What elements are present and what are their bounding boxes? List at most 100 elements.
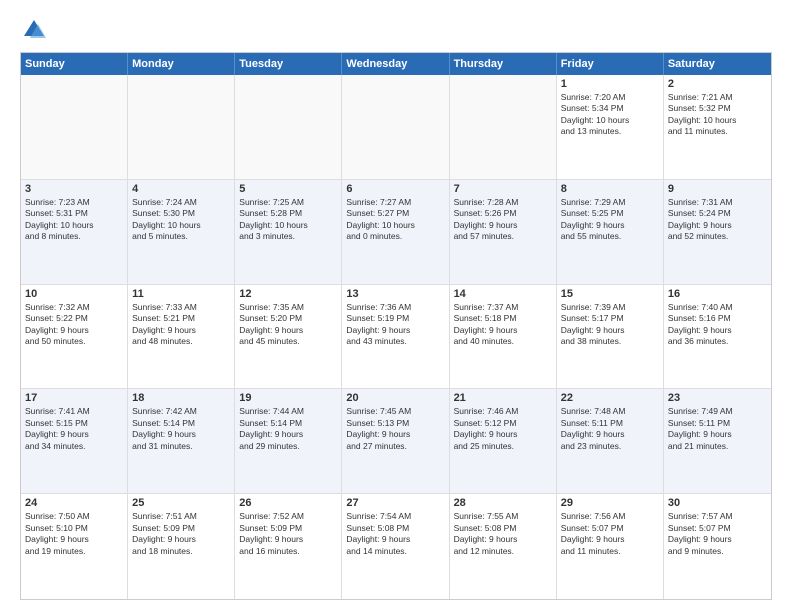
day-number: 18 <box>132 392 230 404</box>
day-number: 10 <box>25 288 123 300</box>
weekday-header: Tuesday <box>235 53 342 75</box>
calendar-cell: 26 Sunrise: 7:52 AM Sunset: 5:09 PM Dayli… <box>235 494 342 599</box>
calendar-cell: 23 Sunrise: 7:49 AM Sunset: 5:11 PM Dayli… <box>664 389 771 493</box>
calendar-cell: 8 Sunrise: 7:29 AM Sunset: 5:25 PM Daylig… <box>557 180 664 284</box>
cell-content: Sunrise: 7:41 AM Sunset: 5:15 PM Dayligh… <box>25 406 123 452</box>
calendar-cell <box>450 75 557 179</box>
cell-content: Sunrise: 7:32 AM Sunset: 5:22 PM Dayligh… <box>25 302 123 348</box>
day-number: 27 <box>346 497 444 509</box>
calendar-cell: 21 Sunrise: 7:46 AM Sunset: 5:12 PM Dayli… <box>450 389 557 493</box>
cell-content: Sunrise: 7:52 AM Sunset: 5:09 PM Dayligh… <box>239 511 337 557</box>
calendar-cell: 29 Sunrise: 7:56 AM Sunset: 5:07 PM Dayli… <box>557 494 664 599</box>
cell-content: Sunrise: 7:27 AM Sunset: 5:27 PM Dayligh… <box>346 197 444 243</box>
calendar-header: SundayMondayTuesdayWednesdayThursdayFrid… <box>21 53 771 75</box>
cell-content: Sunrise: 7:46 AM Sunset: 5:12 PM Dayligh… <box>454 406 552 452</box>
calendar-row: 1 Sunrise: 7:20 AM Sunset: 5:34 PM Daylig… <box>21 75 771 180</box>
cell-content: Sunrise: 7:21 AM Sunset: 5:32 PM Dayligh… <box>668 92 767 138</box>
day-number: 14 <box>454 288 552 300</box>
calendar-cell: 7 Sunrise: 7:28 AM Sunset: 5:26 PM Daylig… <box>450 180 557 284</box>
calendar-cell <box>235 75 342 179</box>
cell-content: Sunrise: 7:45 AM Sunset: 5:13 PM Dayligh… <box>346 406 444 452</box>
calendar-cell: 3 Sunrise: 7:23 AM Sunset: 5:31 PM Daylig… <box>21 180 128 284</box>
logo-icon <box>20 16 48 44</box>
calendar-cell: 14 Sunrise: 7:37 AM Sunset: 5:18 PM Dayli… <box>450 285 557 389</box>
calendar-cell: 19 Sunrise: 7:44 AM Sunset: 5:14 PM Dayli… <box>235 389 342 493</box>
calendar-cell: 2 Sunrise: 7:21 AM Sunset: 5:32 PM Daylig… <box>664 75 771 179</box>
weekday-header: Thursday <box>450 53 557 75</box>
cell-content: Sunrise: 7:49 AM Sunset: 5:11 PM Dayligh… <box>668 406 767 452</box>
calendar-cell: 30 Sunrise: 7:57 AM Sunset: 5:07 PM Dayli… <box>664 494 771 599</box>
cell-content: Sunrise: 7:50 AM Sunset: 5:10 PM Dayligh… <box>25 511 123 557</box>
calendar-row: 3 Sunrise: 7:23 AM Sunset: 5:31 PM Daylig… <box>21 180 771 285</box>
calendar-cell: 5Sunrise: 7:25 AM Sunset: 5:28 PM Daylig… <box>235 180 342 284</box>
calendar-cell: 27 Sunrise: 7:54 AM Sunset: 5:08 PM Dayli… <box>342 494 449 599</box>
calendar-cell: 28 Sunrise: 7:55 AM Sunset: 5:08 PM Dayli… <box>450 494 557 599</box>
calendar-row: 10 Sunrise: 7:32 AM Sunset: 5:22 PM Dayli… <box>21 285 771 390</box>
day-number: 25 <box>132 497 230 509</box>
day-number: 19 <box>239 392 337 404</box>
calendar-cell <box>342 75 449 179</box>
day-number: 26 <box>239 497 337 509</box>
cell-content: Sunrise: 7:57 AM Sunset: 5:07 PM Dayligh… <box>668 511 767 557</box>
cell-content: Sunrise: 7:55 AM Sunset: 5:08 PM Dayligh… <box>454 511 552 557</box>
day-number: 24 <box>25 497 123 509</box>
calendar-cell: 4Sunrise: 7:24 AM Sunset: 5:30 PM Daylig… <box>128 180 235 284</box>
cell-content: Sunrise: 7:44 AM Sunset: 5:14 PM Dayligh… <box>239 406 337 452</box>
cell-content: Sunrise: 7:36 AM Sunset: 5:19 PM Dayligh… <box>346 302 444 348</box>
cell-content: Sunrise: 7:20 AM Sunset: 5:34 PM Dayligh… <box>561 92 659 138</box>
logo <box>20 16 52 44</box>
day-number: 6 <box>346 183 444 195</box>
day-number: 13 <box>346 288 444 300</box>
calendar-cell: 6 Sunrise: 7:27 AM Sunset: 5:27 PM Daylig… <box>342 180 449 284</box>
calendar-body: 1 Sunrise: 7:20 AM Sunset: 5:34 PM Daylig… <box>21 75 771 599</box>
cell-content: Sunrise: 7:39 AM Sunset: 5:17 PM Dayligh… <box>561 302 659 348</box>
day-number: 2 <box>668 78 767 90</box>
day-number: 7 <box>454 183 552 195</box>
calendar-cell: 17 Sunrise: 7:41 AM Sunset: 5:15 PM Dayli… <box>21 389 128 493</box>
day-number: 28 <box>454 497 552 509</box>
day-number: 23 <box>668 392 767 404</box>
day-number: 3 <box>25 183 123 195</box>
cell-content: Sunrise: 7:51 AM Sunset: 5:09 PM Dayligh… <box>132 511 230 557</box>
day-number: 12 <box>239 288 337 300</box>
cell-content: Sunrise: 7:33 AM Sunset: 5:21 PM Dayligh… <box>132 302 230 348</box>
cell-content: Sunrise: 7:29 AM Sunset: 5:25 PM Dayligh… <box>561 197 659 243</box>
calendar-cell: 16 Sunrise: 7:40 AM Sunset: 5:16 PM Dayli… <box>664 285 771 389</box>
calendar-cell: 13 Sunrise: 7:36 AM Sunset: 5:19 PM Dayli… <box>342 285 449 389</box>
cell-content: Sunrise: 7:23 AM Sunset: 5:31 PM Dayligh… <box>25 197 123 243</box>
calendar-cell: 15 Sunrise: 7:39 AM Sunset: 5:17 PM Dayli… <box>557 285 664 389</box>
day-number: 30 <box>668 497 767 509</box>
calendar-cell <box>21 75 128 179</box>
cell-content: Sunrise: 7:28 AM Sunset: 5:26 PM Dayligh… <box>454 197 552 243</box>
day-number: 17 <box>25 392 123 404</box>
day-number: 22 <box>561 392 659 404</box>
calendar-cell: 24 Sunrise: 7:50 AM Sunset: 5:10 PM Dayli… <box>21 494 128 599</box>
day-number: 15 <box>561 288 659 300</box>
cell-content: Sunrise: 7:40 AM Sunset: 5:16 PM Dayligh… <box>668 302 767 348</box>
weekday-header: Friday <box>557 53 664 75</box>
cell-content: Sunrise: 7:56 AM Sunset: 5:07 PM Dayligh… <box>561 511 659 557</box>
calendar-cell: 10 Sunrise: 7:32 AM Sunset: 5:22 PM Dayli… <box>21 285 128 389</box>
calendar-row: 24 Sunrise: 7:50 AM Sunset: 5:10 PM Dayli… <box>21 494 771 599</box>
day-number: 9 <box>668 183 767 195</box>
day-number: 5 <box>239 183 337 195</box>
cell-content: Sunrise: 7:48 AM Sunset: 5:11 PM Dayligh… <box>561 406 659 452</box>
calendar-cell <box>128 75 235 179</box>
header <box>20 16 772 44</box>
day-number: 16 <box>668 288 767 300</box>
calendar-cell: 18Sunrise: 7:42 AM Sunset: 5:14 PM Dayli… <box>128 389 235 493</box>
cell-content: Sunrise: 7:54 AM Sunset: 5:08 PM Dayligh… <box>346 511 444 557</box>
calendar-cell: 12Sunrise: 7:35 AM Sunset: 5:20 PM Dayli… <box>235 285 342 389</box>
cell-content: Sunrise: 7:24 AM Sunset: 5:30 PM Dayligh… <box>132 197 230 243</box>
cell-content: Sunrise: 7:31 AM Sunset: 5:24 PM Dayligh… <box>668 197 767 243</box>
calendar-row: 17 Sunrise: 7:41 AM Sunset: 5:15 PM Dayli… <box>21 389 771 494</box>
day-number: 21 <box>454 392 552 404</box>
calendar-cell: 22 Sunrise: 7:48 AM Sunset: 5:11 PM Dayli… <box>557 389 664 493</box>
calendar-cell: 25 Sunrise: 7:51 AM Sunset: 5:09 PM Dayli… <box>128 494 235 599</box>
day-number: 29 <box>561 497 659 509</box>
weekday-header: Sunday <box>21 53 128 75</box>
cell-content: Sunrise: 7:37 AM Sunset: 5:18 PM Dayligh… <box>454 302 552 348</box>
day-number: 8 <box>561 183 659 195</box>
day-number: 1 <box>561 78 659 90</box>
calendar: SundayMondayTuesdayWednesdayThursdayFrid… <box>20 52 772 600</box>
